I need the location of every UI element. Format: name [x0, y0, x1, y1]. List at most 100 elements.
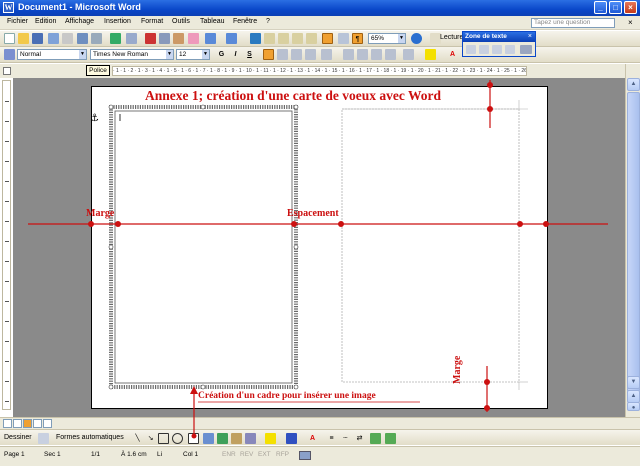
tab-selector-icon[interactable]	[3, 67, 11, 75]
cut-icon[interactable]	[145, 33, 156, 44]
break-link-icon[interactable]	[479, 45, 489, 54]
font-size-dropdown-icon[interactable]: ▼	[202, 50, 209, 59]
minimize-button[interactable]: _	[594, 1, 607, 14]
menu-fenetre[interactable]: Fenêtre	[233, 18, 257, 25]
research-icon[interactable]	[126, 33, 137, 44]
insert-table-icon[interactable]	[278, 33, 289, 44]
line-style-icon[interactable]: ≡	[326, 433, 337, 444]
open-icon[interactable]	[18, 33, 29, 44]
status-overtype[interactable]: RFP	[276, 451, 289, 458]
help-icon[interactable]	[411, 33, 422, 44]
font-dropdown-icon[interactable]: ▼	[166, 50, 173, 59]
arrow-icon[interactable]: ↘	[145, 433, 156, 444]
scroll-down-icon[interactable]: ▼	[627, 376, 640, 389]
format-painter-icon[interactable]	[188, 33, 199, 44]
spelling-status-icon[interactable]	[299, 451, 311, 460]
print-preview-icon[interactable]	[91, 33, 102, 44]
borders-icon[interactable]	[403, 49, 414, 60]
menu-affichage[interactable]: Affichage	[65, 18, 94, 25]
next-textbox-icon[interactable]	[505, 45, 515, 54]
horizontal-scrollbar[interactable]	[0, 417, 640, 429]
shadow-style-icon[interactable]	[370, 433, 381, 444]
text-direction-icon[interactable]	[520, 45, 532, 54]
zoom-combo[interactable]: 65% ▼	[368, 33, 406, 44]
font-color-icon[interactable]: A	[447, 49, 458, 60]
bullets-icon[interactable]	[357, 49, 368, 60]
vertical-scrollbar[interactable]: ▲ ▼ ▲ ●	[625, 64, 640, 417]
horizontal-ruler[interactable]: · 1 · 1 · 2 · 1 · 3 · 1 · 4 · 1 · 5 · 1 …	[112, 66, 527, 76]
diagram-icon[interactable]	[231, 433, 242, 444]
reading-mode-label[interactable]: Lecture	[440, 34, 463, 41]
draw-font-color-icon[interactable]: A	[307, 433, 318, 444]
save-icon[interactable]	[32, 33, 43, 44]
create-link-icon[interactable]	[466, 45, 476, 54]
status-revisions[interactable]: REV	[240, 451, 253, 458]
textbox-toolbar-close-icon[interactable]: ×	[528, 32, 532, 42]
help-question-input[interactable]: Tapez une question	[531, 18, 615, 28]
menu-outils[interactable]: Outils	[172, 18, 190, 25]
close-button[interactable]: ×	[624, 1, 637, 14]
font-combo[interactable]: Times New Roman ▼	[90, 49, 174, 60]
paste-icon[interactable]	[173, 33, 184, 44]
undo-icon[interactable]	[205, 33, 216, 44]
draw-menu-button[interactable]: Dessiner	[4, 434, 32, 441]
status-record[interactable]: ENR	[222, 451, 236, 458]
previous-textbox-icon[interactable]	[492, 45, 502, 54]
drawing-icon[interactable]	[322, 33, 333, 44]
document-map-icon[interactable]	[338, 33, 349, 44]
outline-view-icon[interactable]	[33, 419, 42, 428]
oval-icon[interactable]	[172, 433, 183, 444]
menu-format[interactable]: Format	[141, 18, 163, 25]
align-right-icon[interactable]	[291, 49, 302, 60]
arrow-style-icon[interactable]: ⇄	[354, 433, 365, 444]
show-hide-icon[interactable]: ¶	[352, 33, 363, 44]
menu-tableau[interactable]: Tableau	[200, 18, 225, 25]
document-page[interactable]	[91, 86, 548, 409]
decrease-indent-icon[interactable]	[371, 49, 382, 60]
line-icon[interactable]: ╲	[132, 433, 143, 444]
font-size-combo[interactable]: 12 ▼	[176, 49, 210, 60]
document-close-icon[interactable]: ×	[628, 18, 633, 27]
menu-insertion[interactable]: Insertion	[104, 18, 131, 25]
zoom-dropdown-icon[interactable]: ▼	[398, 34, 405, 43]
vertical-textbox-icon[interactable]	[203, 433, 214, 444]
rectangle-icon[interactable]	[158, 433, 169, 444]
highlight-icon[interactable]	[425, 49, 436, 60]
copy-icon[interactable]	[159, 33, 170, 44]
style-dropdown-icon[interactable]: ▼	[79, 50, 86, 59]
increase-indent-icon[interactable]	[385, 49, 396, 60]
permission-icon[interactable]	[48, 33, 59, 44]
numbering-icon[interactable]	[343, 49, 354, 60]
print-icon[interactable]	[77, 33, 88, 44]
justify-icon[interactable]	[305, 49, 316, 60]
clipart-icon[interactable]	[245, 433, 256, 444]
status-extend[interactable]: EXT	[258, 451, 271, 458]
columns-icon[interactable]	[306, 33, 317, 44]
textbox-icon[interactable]	[188, 433, 199, 444]
select-objects-icon[interactable]	[38, 433, 49, 444]
normal-view-icon[interactable]	[3, 419, 12, 428]
scroll-up-icon[interactable]: ▲	[627, 78, 640, 91]
reading-view-icon[interactable]	[43, 419, 52, 428]
new-document-icon[interactable]	[4, 33, 15, 44]
tables-borders-icon[interactable]	[264, 33, 275, 44]
menu-edition[interactable]: Edition	[35, 18, 56, 25]
style-combo[interactable]: Normal ▼	[17, 49, 87, 60]
mail-icon[interactable]	[62, 33, 73, 44]
menu-help[interactable]: ?	[266, 18, 270, 25]
dash-style-icon[interactable]: ┄	[340, 433, 351, 444]
underline-button[interactable]: S	[244, 49, 255, 60]
hyperlink-icon[interactable]	[250, 33, 261, 44]
print-layout-icon[interactable]	[23, 419, 32, 428]
line-spacing-icon[interactable]	[321, 49, 332, 60]
insert-excel-icon[interactable]	[292, 33, 303, 44]
fill-color-icon[interactable]	[265, 433, 276, 444]
align-left-icon[interactable]	[263, 49, 274, 60]
3d-style-icon[interactable]	[385, 433, 396, 444]
vertical-ruler[interactable]	[2, 80, 11, 410]
browse-object-icon[interactable]: ●	[627, 402, 640, 411]
styles-pane-icon[interactable]	[4, 49, 15, 60]
maximize-button[interactable]: □	[609, 1, 622, 14]
bold-button[interactable]: G	[216, 49, 227, 60]
align-center-icon[interactable]	[277, 49, 288, 60]
